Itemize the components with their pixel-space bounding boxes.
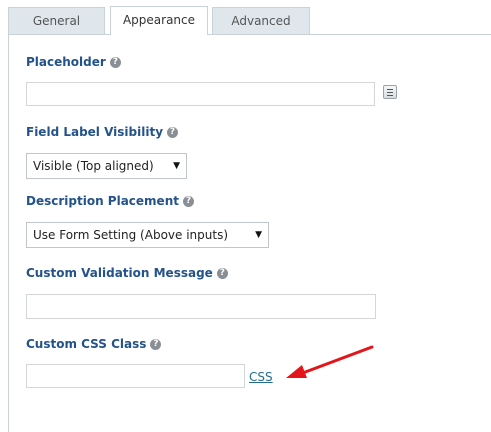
description-placement-label: Description Placement ? (26, 194, 194, 208)
help-icon[interactable]: ? (182, 195, 194, 207)
help-icon[interactable]: ? (109, 56, 121, 68)
placeholder-label: Placeholder ? (26, 55, 121, 69)
custom-css-class-label: Custom CSS Class ? (26, 337, 162, 351)
help-icon[interactable]: ? (167, 126, 179, 138)
help-icon[interactable]: ? (216, 267, 228, 279)
tab-appearance[interactable]: Appearance (110, 6, 208, 35)
annotation-arrow (286, 345, 374, 378)
css-help-link[interactable]: CSS (249, 370, 273, 384)
description-placement-value: Use Form Setting (Above inputs) (33, 228, 229, 242)
caret-down-icon: ▼ (255, 230, 262, 240)
field-label-visibility-label-text: Field Label Visibility (26, 125, 164, 139)
custom-validation-message-label: Custom Validation Message ? (26, 266, 228, 280)
tab-bar: General Appearance Advanced (0, 0, 491, 35)
custom-validation-message-input[interactable] (26, 294, 376, 319)
custom-css-class-input[interactable] (26, 364, 245, 388)
help-icon[interactable]: ? (150, 338, 162, 350)
field-label-visibility-label: Field Label Visibility ? (26, 125, 179, 139)
merge-tag-icon[interactable] (383, 85, 397, 99)
custom-validation-message-label-text: Custom Validation Message (26, 266, 213, 280)
description-placement-select[interactable]: Use Form Setting (Above inputs) ▼ (26, 222, 269, 248)
tab-advanced[interactable]: Advanced (212, 7, 310, 34)
field-label-visibility-select[interactable]: Visible (Top aligned) ▼ (26, 153, 187, 179)
tab-general[interactable]: General (8, 7, 105, 34)
description-placement-label-text: Description Placement (26, 194, 179, 208)
placeholder-label-text: Placeholder (26, 55, 106, 69)
field-label-visibility-value: Visible (Top aligned) (33, 159, 154, 173)
caret-down-icon: ▼ (173, 161, 180, 171)
placeholder-input[interactable] (26, 82, 375, 106)
custom-css-class-label-text: Custom CSS Class (26, 337, 147, 351)
